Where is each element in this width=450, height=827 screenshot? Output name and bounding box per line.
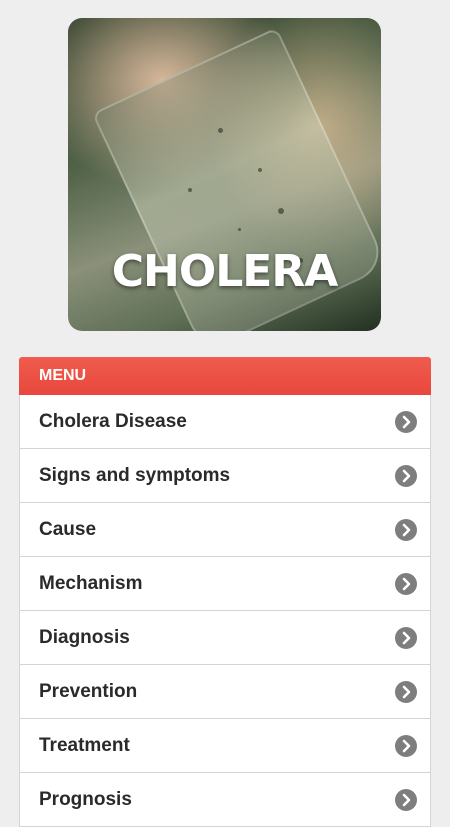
chevron-right-circle-icon xyxy=(395,789,417,811)
hero-title: CHOLERA xyxy=(111,246,339,297)
menu-item-label: Prevention xyxy=(39,681,138,702)
menu-item-label: Diagnosis xyxy=(39,627,130,648)
menu-item-mechanism[interactable]: Mechanism xyxy=(19,557,431,611)
menu-item-label: Signs and symptoms xyxy=(39,465,231,486)
menu-item-label: Treatment xyxy=(39,735,130,756)
chevron-right-circle-icon xyxy=(395,573,417,595)
speck xyxy=(258,168,262,172)
speck xyxy=(278,208,284,214)
menu-item-cause[interactable]: Cause xyxy=(19,503,431,557)
menu-item-prevention[interactable]: Prevention xyxy=(19,665,431,719)
menu-item-label: Cholera Disease xyxy=(39,411,187,432)
speck xyxy=(238,228,241,231)
chevron-right-circle-icon xyxy=(395,627,417,649)
chevron-right-circle-icon xyxy=(395,735,417,757)
chevron-right-circle-icon xyxy=(395,465,417,487)
menu-item-diagnosis[interactable]: Diagnosis xyxy=(19,611,431,665)
chevron-right-circle-icon xyxy=(395,681,417,703)
menu-item-label: Prognosis xyxy=(39,789,132,810)
menu-item-label: Cause xyxy=(39,519,97,540)
chevron-right-circle-icon xyxy=(395,519,417,541)
speck xyxy=(218,128,223,133)
menu-panel: MENU Cholera Disease Signs and symptoms … xyxy=(19,357,431,827)
menu-item-label: Mechanism xyxy=(39,573,143,594)
menu-header: MENU xyxy=(19,357,431,395)
menu-item-cholera-disease[interactable]: Cholera Disease xyxy=(19,395,431,449)
chevron-right-circle-icon xyxy=(395,411,417,433)
speck xyxy=(188,188,192,192)
menu-item-treatment[interactable]: Treatment xyxy=(19,719,431,773)
cholera-hero-image: CHOLERA xyxy=(68,18,381,331)
menu-item-prognosis[interactable]: Prognosis xyxy=(19,773,431,827)
menu-item-signs-and-symptoms[interactable]: Signs and symptoms xyxy=(19,449,431,503)
